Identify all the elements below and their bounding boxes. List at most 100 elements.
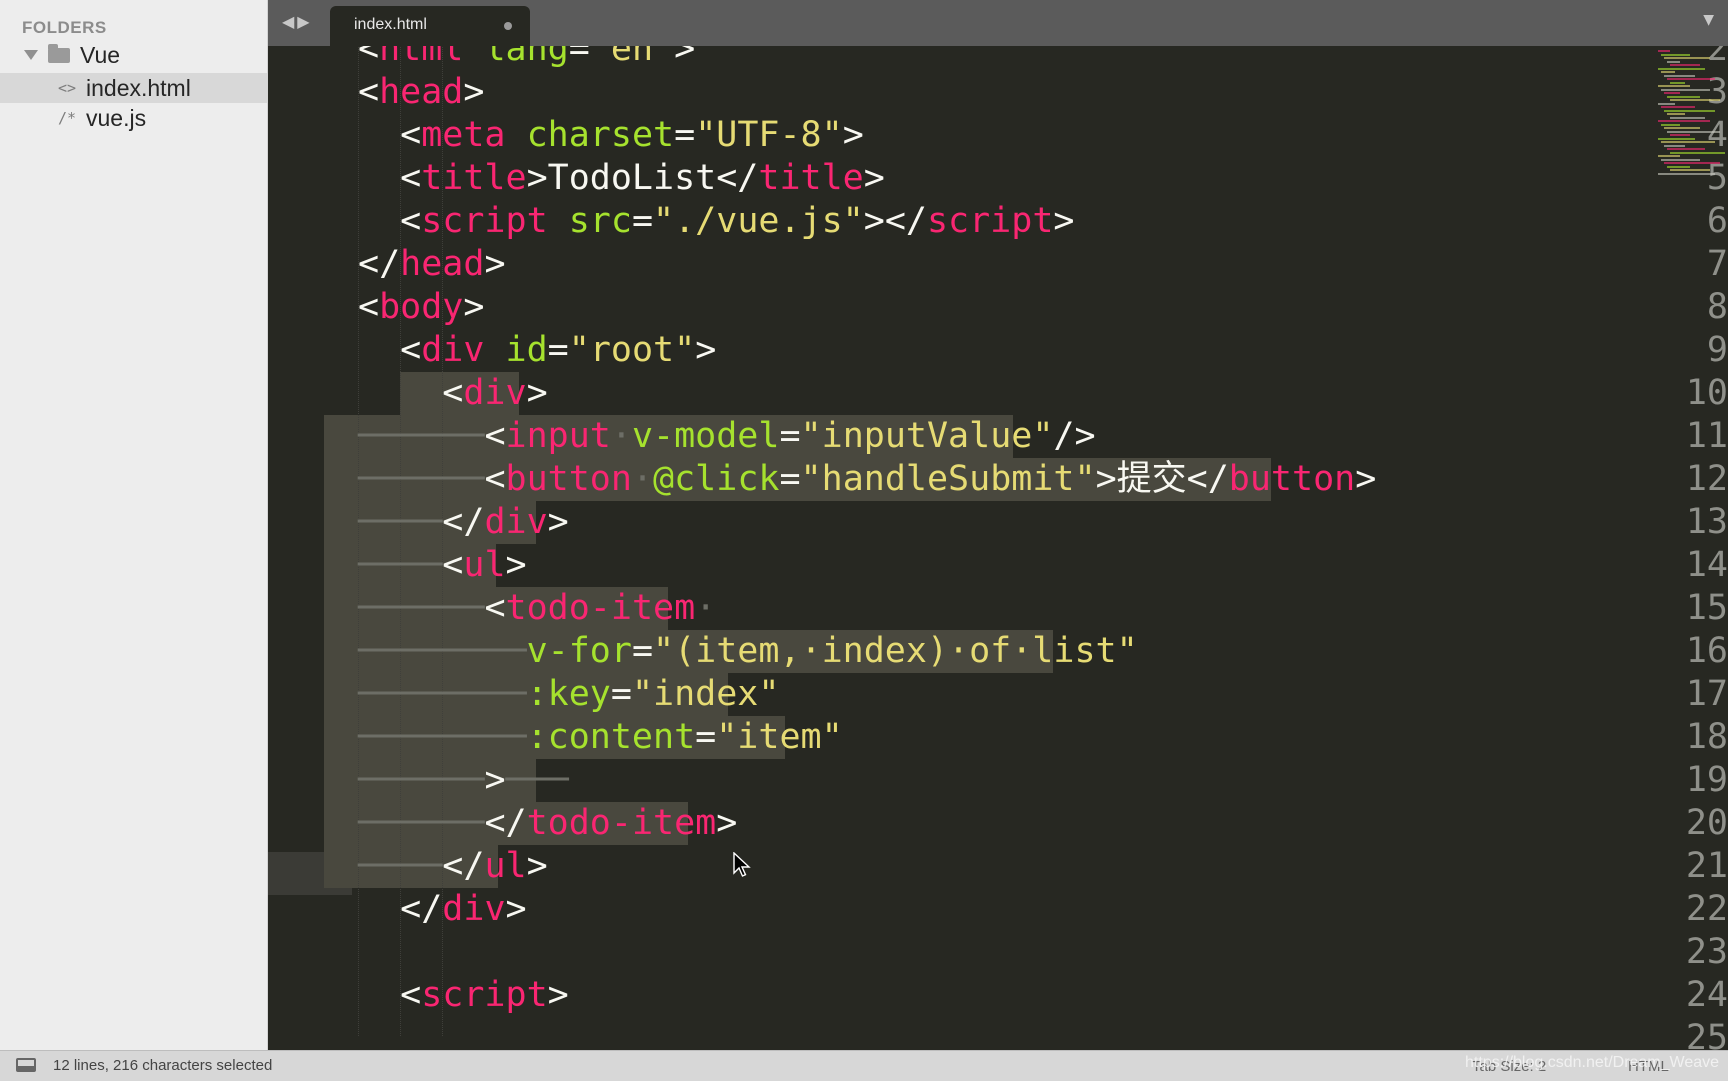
code-token: head xyxy=(379,72,464,112)
code-line: ────────v-for="(item,·index)·of·list" xyxy=(358,630,1138,673)
code-token: ul xyxy=(463,545,506,585)
code-token: "UTF-8" xyxy=(695,115,843,155)
code-token: "./vue.js" xyxy=(653,201,864,241)
code-token: < xyxy=(484,459,506,499)
code-token: = xyxy=(631,201,654,241)
tab-nav-arrows-icon[interactable]: ◀▶ xyxy=(282,12,313,31)
code-token: = xyxy=(631,631,654,671)
code-token: < xyxy=(358,373,464,413)
code-token: todo-item xyxy=(526,803,717,843)
minimap-line xyxy=(1670,99,1720,101)
code-line: <html lang="en"> xyxy=(358,46,695,71)
code-line: <div> xyxy=(358,372,547,415)
code-token: div xyxy=(484,502,548,542)
code-line: <title>TodoList</title> xyxy=(358,157,885,200)
code-token: "(item,·index)·of·list" xyxy=(653,631,1138,671)
code-token: < xyxy=(358,115,422,155)
minimap-line xyxy=(1658,102,1675,105)
code-token: > xyxy=(463,72,485,112)
minimap-line xyxy=(1661,106,1695,108)
minimap-line xyxy=(1661,141,1715,143)
code-token: = xyxy=(674,115,696,155)
code-token: >TodoList</ xyxy=(526,158,759,198)
status-bar: 12 lines, 216 characters selected Tab Si… xyxy=(0,1050,1728,1081)
minimap-line xyxy=(1670,64,1700,66)
code-token: = xyxy=(695,717,717,757)
code-token: ──────── xyxy=(358,631,527,671)
file-row-index-html[interactable]: <> index.html xyxy=(0,73,267,103)
unsaved-dot-icon[interactable] xyxy=(504,22,512,30)
code-token: /> xyxy=(1053,416,1096,456)
minimap-line xyxy=(1667,60,1680,63)
minimap-line xyxy=(1658,155,1680,157)
line-number: 21 xyxy=(1685,846,1728,886)
minimap-line xyxy=(1670,151,1725,154)
folder-name: Vue xyxy=(80,41,121,68)
code-token: ────── xyxy=(358,588,485,628)
code-token: ul xyxy=(484,846,527,886)
code-line: ────</ul> xyxy=(358,845,548,888)
tab-index-html[interactable]: index.html xyxy=(330,6,530,46)
minimap-line xyxy=(1658,172,1715,175)
code-token: ──────── xyxy=(358,717,527,757)
code-token: button xyxy=(1228,459,1356,499)
code-token: </ xyxy=(358,889,443,929)
line-number: 25 xyxy=(1685,1018,1728,1050)
line-number: 13 xyxy=(1685,502,1728,542)
code-token: </ xyxy=(358,244,401,284)
code-editor[interactable]: 2 3 4 5 6 7 8 9 10 11 12 13 14 15 16 17 18 19 20 21 22 23 24 25… xyxy=(268,46,1728,1050)
code-token: </ xyxy=(442,846,485,886)
code-token: ──── xyxy=(358,502,443,542)
minimap-line xyxy=(1658,137,1695,140)
minimap-line xyxy=(1667,165,1690,168)
code-token: v-model xyxy=(631,416,780,456)
code-line: <div id="root"> xyxy=(358,329,716,372)
code-token: v-for xyxy=(526,631,632,671)
code-token: · xyxy=(695,588,717,628)
code-token: > xyxy=(842,115,864,155)
minimap-line xyxy=(1667,130,1720,133)
folder-row-vue[interactable]: Vue xyxy=(0,40,267,70)
tab-dropdown-icon[interactable]: ▼ xyxy=(1703,12,1714,28)
minimap-line xyxy=(1667,95,1700,98)
code-token: "inputValue" xyxy=(800,416,1054,456)
code-line: ────</div> xyxy=(358,501,569,544)
code-token: < xyxy=(484,416,506,456)
file-row-vue-js[interactable]: /* vue.js xyxy=(0,103,267,133)
code-token: :content xyxy=(526,717,696,757)
line-number: 16 xyxy=(1685,631,1728,671)
code-token: > xyxy=(547,975,569,1015)
code-token: body xyxy=(379,287,464,327)
code-token: > xyxy=(1355,459,1377,499)
code-token: > xyxy=(484,760,506,800)
minimap-line xyxy=(1661,123,1680,126)
minimap-line xyxy=(1667,78,1715,80)
minimap-line xyxy=(1664,92,1680,94)
folders-header: FOLDERS xyxy=(22,18,107,37)
code-token: input xyxy=(505,416,611,456)
file-name: vue.js xyxy=(86,104,147,131)
minimap-line xyxy=(1664,162,1720,164)
code-token: "en" xyxy=(589,46,675,69)
minimap-line xyxy=(1661,88,1710,91)
code-token: meta xyxy=(421,115,506,155)
code-token: div xyxy=(463,373,527,413)
js-file-icon: /* xyxy=(57,109,77,127)
minimap-line xyxy=(1658,120,1710,122)
panel-toggle-icon[interactable] xyxy=(16,1058,36,1072)
code-token: < xyxy=(358,287,380,327)
html-file-icon: <> xyxy=(57,79,77,97)
disclosure-triangle-icon[interactable] xyxy=(24,50,38,60)
minimap-line xyxy=(1670,81,1685,84)
minimap[interactable] xyxy=(1638,46,1728,246)
code-token: · xyxy=(631,459,654,499)
mouse-pointer-icon xyxy=(733,852,751,877)
minimap-line xyxy=(1658,67,1705,70)
code-line: <meta charset="UTF-8"> xyxy=(358,114,864,157)
code-token: ────── xyxy=(358,459,485,499)
code-line: <script> xyxy=(358,974,569,1017)
code-token: script xyxy=(926,201,1054,241)
minimap-line xyxy=(1658,85,1690,87)
